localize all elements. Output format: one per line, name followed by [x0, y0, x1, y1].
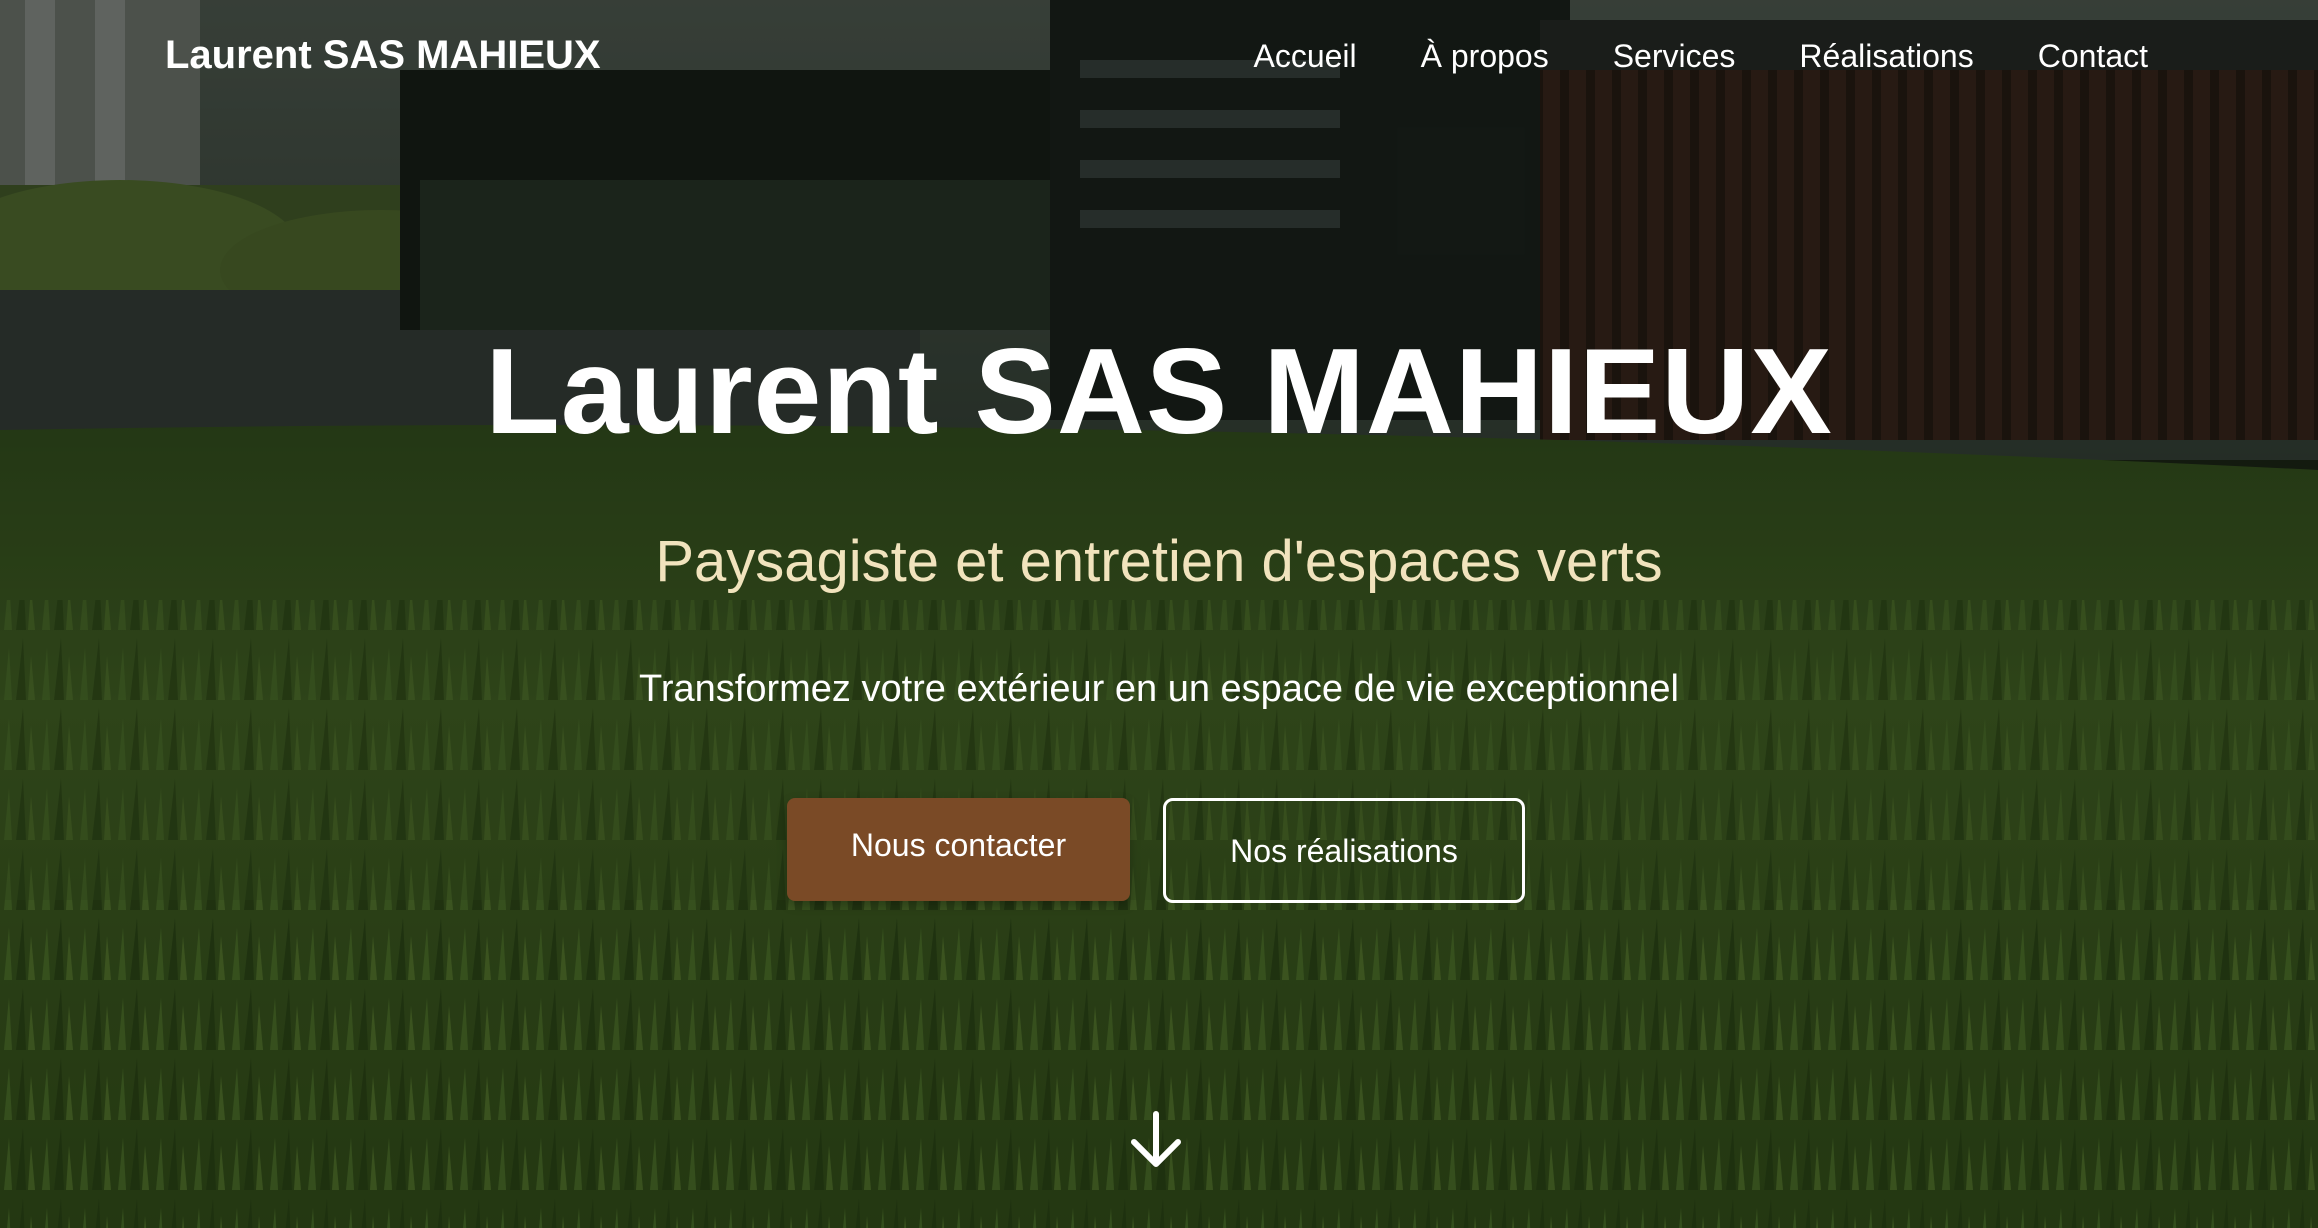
- hero-subtitle: Paysagiste et entretien d'espaces verts: [655, 529, 1663, 594]
- brand-logo[interactable]: Laurent SAS MAHIEUX: [165, 33, 601, 78]
- hero-dark-overlay: [0, 0, 2318, 1228]
- nav-link-a-propos[interactable]: À propos: [1421, 38, 1549, 75]
- hero-tagline: Transformez votre extérieur en un espace…: [639, 668, 1679, 710]
- nav-link-services[interactable]: Services: [1613, 38, 1736, 75]
- hero-title: Laurent SAS MAHIEUX: [485, 323, 1833, 459]
- nav-link-contact[interactable]: Contact: [2038, 38, 2148, 75]
- arrow-down-icon[interactable]: [1128, 1110, 1184, 1170]
- main-navbar: Laurent SAS MAHIEUX Accueil À propos Ser…: [0, 0, 2318, 118]
- nav-link-realisations[interactable]: Réalisations: [1799, 38, 1973, 75]
- hero-section: Laurent SAS MAHIEUX Accueil À propos Ser…: [0, 0, 2318, 1228]
- nav-links: Accueil À propos Services Réalisations C…: [1253, 38, 2148, 75]
- nav-link-accueil[interactable]: Accueil: [1253, 38, 1356, 75]
- realisations-button[interactable]: Nos réalisations: [1163, 798, 1525, 903]
- contact-button[interactable]: Nous contacter: [787, 798, 1130, 901]
